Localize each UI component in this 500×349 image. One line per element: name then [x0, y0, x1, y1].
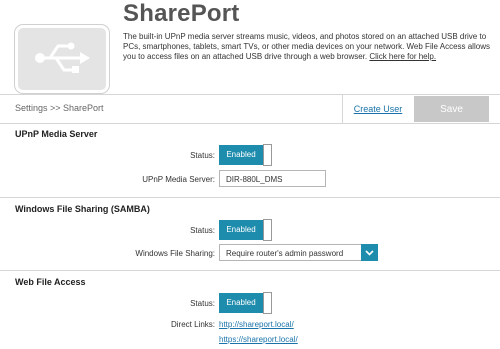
- samba-status-label: Status:: [190, 226, 215, 235]
- page-header: SharePort The built-in UPnP media server…: [0, 0, 500, 93]
- http-link[interactable]: http://shareport.local/: [219, 320, 294, 329]
- upnp-section-title: UPnP Media Server: [15, 129, 98, 139]
- toggle-label: Enabled: [219, 145, 263, 165]
- direct-links-label: Direct Links:: [170, 320, 215, 329]
- toggle-knob: [263, 144, 272, 166]
- samba-sharing-select[interactable]: Require router's admin password: [219, 244, 378, 261]
- samba-status-toggle[interactable]: Enabled: [219, 219, 273, 241]
- samba-section-title: Windows File Sharing (SAMBA): [15, 204, 150, 214]
- upnp-status-toggle[interactable]: Enabled: [219, 144, 273, 166]
- help-link[interactable]: Click here for help.: [369, 52, 436, 61]
- divider: [0, 270, 500, 271]
- save-button[interactable]: Save: [414, 96, 489, 122]
- web-access-section-title: Web File Access: [15, 277, 86, 287]
- chevron-down-icon[interactable]: [361, 244, 378, 261]
- select-value: Require router's admin password: [226, 249, 344, 258]
- usb-icon: [15, 25, 109, 93]
- toolbar: Settings >> SharePort Create User Save: [0, 94, 500, 124]
- toggle-label: Enabled: [219, 220, 263, 240]
- breadcrumb: Settings >> SharePort: [15, 103, 104, 113]
- upnp-status-label: Status:: [190, 151, 215, 160]
- page-title: SharePort: [123, 0, 240, 27]
- page-description: The built-in UPnP media server streams m…: [123, 32, 491, 62]
- upnp-server-name-input[interactable]: DIR-880L_DMS: [219, 170, 326, 187]
- web-access-status-toggle[interactable]: Enabled: [219, 292, 273, 314]
- toggle-knob: [263, 292, 272, 314]
- samba-sharing-label: Windows File Sharing:: [135, 249, 215, 258]
- create-user-link[interactable]: Create User: [342, 95, 413, 123]
- toggle-label: Enabled: [219, 293, 263, 313]
- toggle-knob: [263, 219, 272, 241]
- web-access-status-label: Status:: [190, 299, 215, 308]
- https-link[interactable]: https://shareport.local/: [219, 335, 298, 344]
- divider: [0, 197, 500, 198]
- upnp-server-label: UPnP Media Server:: [142, 175, 215, 184]
